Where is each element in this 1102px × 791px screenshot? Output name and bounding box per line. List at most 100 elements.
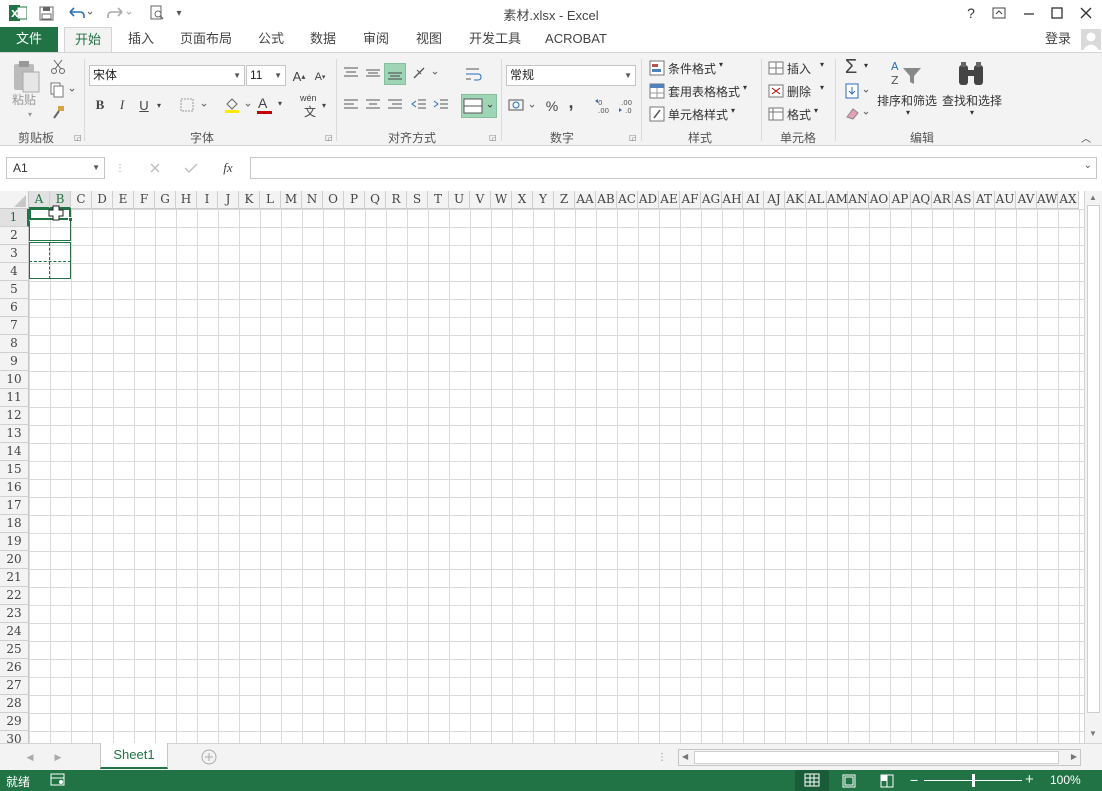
column-header[interactable]: T (428, 191, 449, 209)
tab-formulas[interactable]: 公式 (250, 27, 292, 52)
grow-font-button[interactable]: A ▴ (290, 67, 308, 85)
column-header[interactable]: Z (554, 191, 575, 209)
font-launcher-icon[interactable]: ◲ (325, 133, 333, 142)
sort-filter-icon[interactable]: AZ (886, 57, 926, 89)
format-as-table-button[interactable]: 套用表格格式 (668, 83, 740, 100)
column-header[interactable]: AV (1016, 191, 1037, 209)
scroll-left-icon[interactable]: ◀ (682, 752, 688, 761)
phonetic-guide-button[interactable]: wén 文 ▾ (298, 93, 330, 119)
conditional-format-button[interactable]: 条件格式 (668, 60, 716, 77)
column-header[interactable]: AR (932, 191, 953, 209)
decrease-decimal-icon[interactable]: .00.0 (616, 95, 638, 117)
row-header[interactable]: 14 (0, 443, 29, 461)
align-left-icon[interactable] (341, 95, 361, 115)
row-header[interactable]: 11 (0, 389, 29, 407)
row-header[interactable]: 18 (0, 515, 29, 533)
row-header[interactable]: 15 (0, 461, 29, 479)
wrap-text-icon[interactable] (462, 63, 486, 85)
chevron-down-icon[interactable]: ▾ (970, 108, 974, 117)
column-header[interactable]: Q (365, 191, 386, 209)
underline-button[interactable]: U (135, 95, 153, 115)
chevron-down-icon[interactable]: ▾ (820, 83, 824, 92)
decrease-indent-icon[interactable] (409, 95, 429, 115)
row-header[interactable]: 20 (0, 551, 29, 569)
name-box[interactable]: A1 ▼ (6, 157, 105, 179)
user-avatar-icon[interactable] (1081, 29, 1101, 50)
cell-styles-button[interactable]: 单元格样式 (668, 106, 728, 123)
tab-review[interactable]: 审阅 (355, 27, 397, 52)
column-header[interactable]: I (197, 191, 218, 209)
column-header[interactable]: AI (743, 191, 764, 209)
macro-record-icon[interactable] (50, 773, 66, 787)
zoom-in-icon[interactable]: + (1025, 771, 1034, 788)
find-select-button[interactable]: 查找和选择 (942, 92, 1002, 109)
bold-button[interactable]: B (91, 95, 109, 115)
row-header[interactable]: 16 (0, 479, 29, 497)
borders-button[interactable] (178, 95, 210, 115)
column-header[interactable]: AG (701, 191, 722, 209)
row-header[interactable]: 9 (0, 353, 29, 371)
chevron-down-icon[interactable]: ▾ (906, 108, 910, 117)
row-header[interactable]: 27 (0, 677, 29, 695)
column-header[interactable]: N (302, 191, 323, 209)
accounting-format-icon[interactable] (507, 95, 539, 117)
font-name-combo[interactable]: 宋体 ▼ (89, 65, 245, 86)
horizontal-scroll-thumb[interactable] (694, 751, 1059, 764)
new-sheet-icon[interactable] (201, 749, 217, 765)
chevron-down-icon[interactable]: ▾ (820, 60, 824, 69)
clear-eraser-icon[interactable] (843, 104, 873, 122)
clipboard-launcher-icon[interactable]: ◲ (74, 133, 82, 142)
column-header[interactable]: AM (827, 191, 848, 209)
tab-insert[interactable]: 插入 (118, 27, 164, 52)
page-break-preview-icon[interactable] (879, 773, 895, 789)
column-header[interactable]: G (155, 191, 176, 209)
row-header[interactable]: 24 (0, 623, 29, 641)
column-header[interactable]: AW (1037, 191, 1058, 209)
shrink-font-button[interactable]: A ▾ (311, 69, 329, 85)
column-header[interactable]: AA (575, 191, 596, 209)
cut-icon[interactable] (48, 58, 68, 76)
column-header[interactable]: AE (659, 191, 680, 209)
delete-cells-button[interactable]: 删除 (787, 83, 811, 100)
italic-button[interactable]: I (113, 95, 131, 115)
row-header[interactable]: 6 (0, 299, 29, 317)
underline-dropdown-icon[interactable]: ▾ (153, 99, 165, 111)
column-header[interactable]: D (92, 191, 113, 209)
alignment-launcher-icon[interactable]: ◲ (489, 133, 497, 142)
column-header[interactable]: AU (995, 191, 1016, 209)
column-header[interactable]: AD (638, 191, 659, 209)
vertical-scrollbar[interactable]: ▲ ▼ (1084, 191, 1102, 743)
cancel-entry-icon[interactable] (146, 160, 164, 176)
column-header[interactable]: AS (953, 191, 974, 209)
row-header[interactable]: 1 (0, 209, 29, 227)
tab-splitter-icon[interactable]: ⋮ (657, 750, 667, 764)
comma-style-button[interactable]: , (564, 91, 578, 113)
row-header[interactable]: 5 (0, 281, 29, 299)
column-header[interactable]: H (176, 191, 197, 209)
vertical-scroll-thumb[interactable] (1087, 205, 1100, 713)
scroll-up-icon[interactable]: ▲ (1089, 193, 1097, 202)
number-format-combo[interactable]: 常规 ▼ (506, 65, 636, 86)
column-header[interactable]: AQ (911, 191, 932, 209)
column-header[interactable]: AO (869, 191, 890, 209)
column-header[interactable]: A (29, 191, 50, 209)
insert-cells-button[interactable]: 插入 (787, 60, 811, 77)
confirm-entry-icon[interactable] (182, 160, 200, 176)
column-header[interactable]: AJ (764, 191, 785, 209)
column-header[interactable]: AL (806, 191, 827, 209)
zoom-slider-thumb[interactable] (972, 774, 975, 787)
column-header[interactable]: M (281, 191, 302, 209)
format-painter-icon[interactable] (48, 104, 68, 122)
column-header[interactable]: AX (1058, 191, 1079, 209)
next-sheet-icon[interactable]: ▶ (52, 750, 64, 764)
column-header[interactable]: V (470, 191, 491, 209)
paste-dropdown-icon[interactable]: ▾ (24, 109, 36, 119)
column-header[interactable]: S (407, 191, 428, 209)
sign-in-link[interactable]: 登录 (1040, 27, 1076, 52)
column-header[interactable]: E (113, 191, 134, 209)
paste-label[interactable]: 粘贴 (12, 91, 36, 108)
column-header[interactable]: AB (596, 191, 617, 209)
column-header[interactable]: AF (680, 191, 701, 209)
row-header[interactable]: 7 (0, 317, 29, 335)
fill-down-icon[interactable] (843, 82, 873, 100)
